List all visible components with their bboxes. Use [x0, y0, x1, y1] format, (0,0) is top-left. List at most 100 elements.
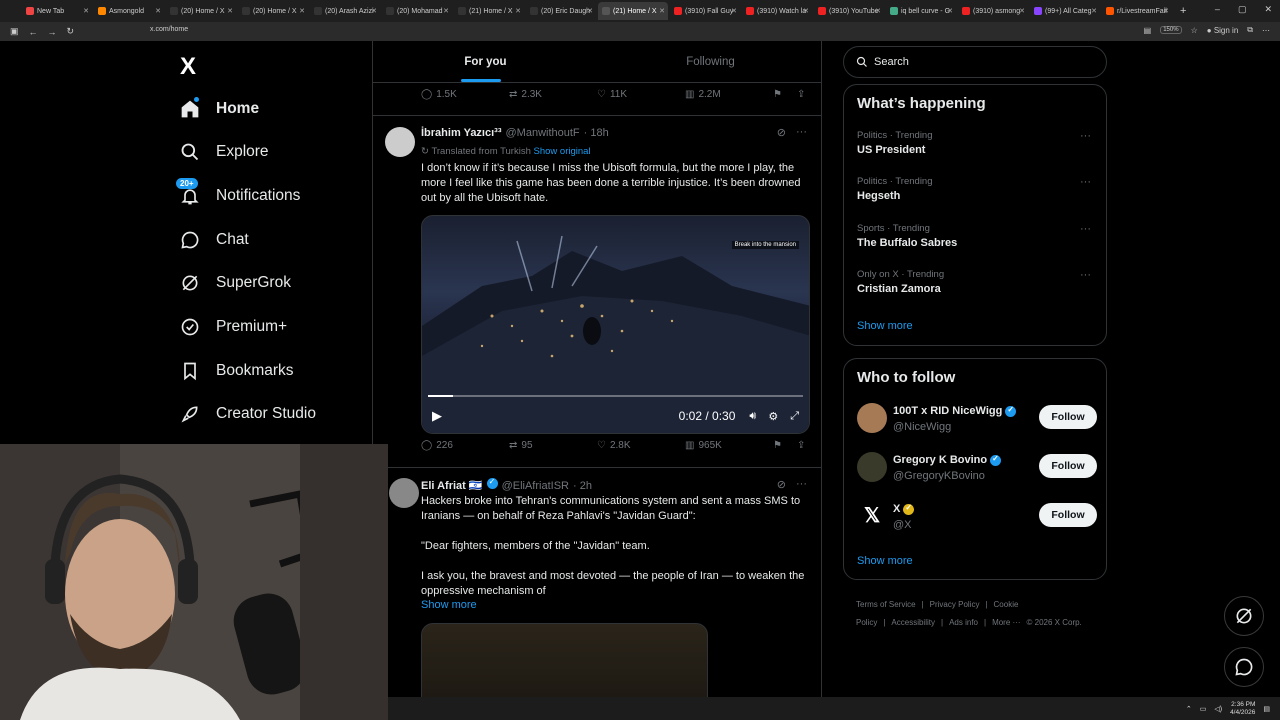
browser-tab[interactable]: (20) Home / X ✕ [238, 2, 308, 20]
avatar[interactable] [385, 127, 415, 157]
new-tab-button[interactable]: + [1180, 5, 1186, 17]
browser-tab[interactable]: (3910) asmong ✕ [958, 2, 1028, 20]
tab-close-icon[interactable]: ✕ [875, 7, 881, 15]
volume-icon[interactable]: 🔊︎ [749, 410, 756, 423]
tab-close-icon[interactable]: ✕ [587, 7, 593, 15]
menu-icon[interactable]: ⋯ [1262, 26, 1270, 35]
repost-button[interactable]: ⇄ 95 [509, 440, 533, 451]
author-name[interactable]: Eli Afriat 🇮🇱 [421, 479, 483, 492]
x-logo[interactable]: X [180, 53, 196, 81]
system-clock[interactable]: 2:36 PM 4/4/2026 [1230, 701, 1255, 717]
more-icon[interactable]: ··· [796, 126, 807, 139]
browser-tab[interactable]: (3910) Fall Guy ✕ [670, 2, 740, 20]
close-icon[interactable]: ✕ [1264, 4, 1272, 15]
browser-tab[interactable]: (21) Home / X ✕ [598, 2, 668, 20]
more-icon[interactable]: ··· [796, 478, 807, 491]
network-icon[interactable]: ▭ [1200, 705, 1207, 713]
tweet-time[interactable]: · 2h [573, 480, 592, 492]
url-field[interactable]: x.com/home [150, 26, 188, 33]
repost-button[interactable]: ⇄ 2.3K [509, 89, 542, 100]
more-icon[interactable]: ··· [1080, 269, 1091, 281]
x-logo-avatar[interactable]: 𝕏 [857, 501, 887, 531]
tab-close-icon[interactable]: ✕ [515, 7, 521, 15]
browser-tab[interactable]: (21) Home / X ✕ [454, 2, 524, 20]
grok-explain-icon[interactable]: ⊘ [777, 478, 786, 491]
follow-button[interactable]: Follow [1039, 503, 1097, 527]
tab-close-icon[interactable]: ✕ [83, 7, 89, 15]
reload-icon[interactable]: ↻ [67, 26, 75, 37]
back-icon[interactable]: ← [29, 27, 38, 37]
trend-item[interactable]: Politics · Trending US President ··· [857, 130, 1097, 156]
follow-suggestion[interactable]: 100T x RID NiceWigg @NiceWigg Follow [857, 401, 1097, 437]
sidebar-item-home[interactable]: Home [180, 97, 259, 119]
tab-close-icon[interactable]: ✕ [947, 7, 953, 15]
play-icon[interactable]: ▶ [432, 408, 442, 424]
trend-item[interactable]: Sports · Trending The Buffalo Sabres ··· [857, 223, 1097, 249]
show-more-link[interactable]: Show more [857, 555, 913, 567]
tab-close-icon[interactable]: ✕ [659, 7, 665, 15]
sign-in-button[interactable]: ● Sign in [1207, 26, 1239, 35]
avatar[interactable] [389, 478, 419, 508]
browser-tab[interactable]: r/LivestreamFail ✕ [1102, 2, 1172, 20]
follow-suggestion[interactable]: 𝕏 X @X Follow [857, 499, 1097, 535]
sidebar-item-creator-studio[interactable]: Creator Studio [180, 404, 316, 424]
more-icon[interactable]: ··· [1080, 130, 1091, 142]
trend-item[interactable]: Only on X · Trending Cristian Zamora ··· [857, 269, 1097, 295]
follow-suggestion[interactable]: Gregory K Bovino @GregoryKBovino Follow [857, 450, 1097, 486]
browser-tab[interactable]: (3910) YouTube ✕ [814, 2, 884, 20]
forward-icon[interactable]: → [48, 27, 57, 37]
browser-tab[interactable]: (20) Home / X ✕ [166, 2, 236, 20]
browser-tab[interactable]: (20) Mohamad ✕ [382, 2, 452, 20]
sidebar-toggle-icon[interactable]: ▣ [10, 26, 19, 37]
trend-item[interactable]: Politics · Trending Hegseth ··· [857, 176, 1097, 202]
tab-close-icon[interactable]: ✕ [227, 7, 233, 15]
video-progress[interactable] [428, 395, 803, 397]
favorite-icon[interactable]: ☆ [1191, 26, 1198, 35]
extensions-icon[interactable]: ⧉ [1247, 25, 1253, 35]
browser-tab[interactable]: (99+) All Categ ✕ [1030, 2, 1100, 20]
like-button[interactable]: ♡ 2.8K [597, 440, 631, 451]
browser-tab[interactable]: (20) Arash Azizi ✕ [310, 2, 380, 20]
bookmark-icon[interactable]: ⚑ [773, 440, 782, 451]
browser-tab[interactable]: Asmongold ✕ [94, 2, 164, 20]
author-name[interactable]: İbrahim Yazıcı³³ [421, 127, 502, 139]
browser-tab[interactable]: New Tab ✕ [22, 2, 92, 20]
tray-chevron-icon[interactable]: ⌃ [1186, 705, 1192, 713]
tab-for-you[interactable]: For you [373, 41, 598, 82]
sidebar-item-supergrok[interactable]: SuperGrok [180, 273, 291, 293]
minimize-icon[interactable]: – [1215, 4, 1220, 15]
volume-icon[interactable]: ◁) [1214, 705, 1222, 713]
follow-button[interactable]: Follow [1039, 454, 1097, 478]
tab-close-icon[interactable]: ✕ [1091, 7, 1097, 15]
like-button[interactable]: ♡ 11K [597, 89, 627, 100]
tab-close-icon[interactable]: ✕ [443, 7, 449, 15]
browser-tab[interactable]: (3910) Watch la ✕ [742, 2, 812, 20]
more-icon[interactable]: ··· [1080, 176, 1091, 188]
messages-fab[interactable] [1224, 647, 1264, 687]
maximize-icon[interactable]: ▢ [1238, 4, 1247, 15]
reader-icon[interactable]: ▤ [1144, 26, 1152, 35]
tab-close-icon[interactable]: ✕ [155, 7, 161, 15]
author-handle[interactable]: @ManwithoutF [506, 127, 580, 139]
footer-link[interactable]: Terms of Service [856, 600, 916, 609]
bookmark-icon[interactable]: ⚑ [773, 89, 782, 100]
grok-fab[interactable] [1224, 596, 1264, 636]
sidebar-item-chat[interactable]: Chat [180, 230, 249, 250]
browser-tab[interactable]: (20) Eric Daugh ✕ [526, 2, 596, 20]
reply-button[interactable]: ◯ 226 [421, 440, 453, 451]
tweet-time[interactable]: · 18h [584, 127, 609, 139]
zoom-level[interactable]: 150% [1160, 26, 1182, 34]
footer-link[interactable]: Ads info [949, 618, 978, 627]
tab-following[interactable]: Following [598, 41, 821, 82]
share-icon[interactable]: ⇪ [797, 440, 805, 451]
tab-close-icon[interactable]: ✕ [371, 7, 377, 15]
footer-link[interactable]: © 2026 X Corp. [1027, 618, 1082, 627]
tab-close-icon[interactable]: ✕ [1019, 7, 1025, 15]
video-player[interactable]: Break into the mansion ▶ 0:02 / 0:30 🔊︎ … [421, 215, 810, 434]
tab-close-icon[interactable]: ✕ [299, 7, 305, 15]
notification-icon[interactable]: ▤ [1263, 705, 1270, 713]
grok-explain-icon[interactable]: ⊘ [777, 126, 786, 139]
views-button[interactable]: ▥ 965K [685, 440, 722, 451]
footer-link[interactable]: Privacy Policy [930, 600, 980, 609]
share-icon[interactable]: ⇪ [797, 89, 805, 100]
